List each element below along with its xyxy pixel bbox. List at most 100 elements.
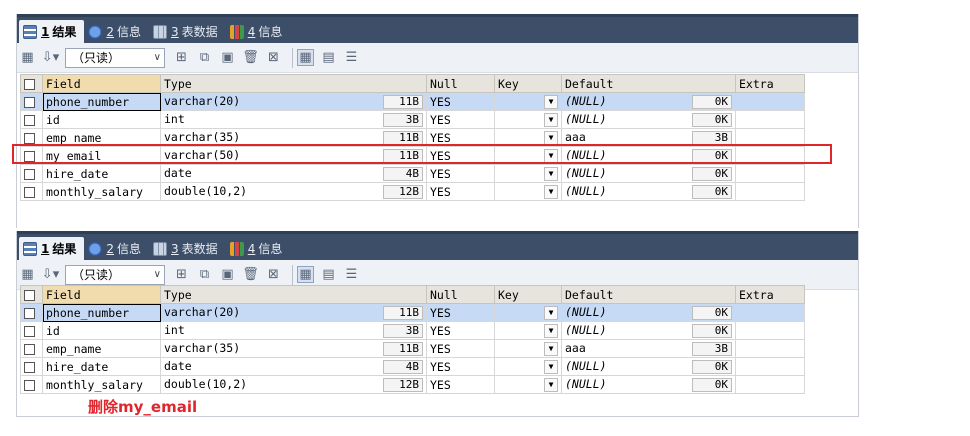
form-view-icon[interactable]: ▤ — [320, 266, 337, 283]
mode-select[interactable]: （只读） ∨ — [65, 47, 165, 68]
tab-info[interactable]: 2 信息 — [84, 20, 149, 43]
text-view-icon[interactable]: ☰ — [343, 266, 360, 283]
column-header[interactable]: Extra — [735, 285, 805, 304]
tab-info-2[interactable]: 4 信息 — [226, 20, 291, 43]
column-header[interactable]: Field — [42, 285, 161, 304]
column-header[interactable]: Default — [561, 285, 736, 304]
extra-cell[interactable] — [735, 182, 805, 201]
table-row[interactable]: monthly_salary double(10,2) 12B YES ▼ (NU… — [20, 375, 805, 394]
table-row[interactable]: hire_date date 4B YES ▼ (NULL) 0K — [20, 164, 805, 183]
column-header[interactable]: Extra — [735, 74, 805, 93]
field-cell[interactable]: id — [42, 110, 161, 129]
tab-info-2[interactable]: 4 信息 — [226, 237, 291, 260]
default-cell[interactable]: (NULL) 0K — [561, 110, 736, 129]
row-checkbox[interactable] — [20, 182, 43, 201]
null-cell[interactable]: YES — [426, 339, 495, 358]
null-cell[interactable]: YES — [426, 182, 495, 201]
row-checkbox[interactable] — [20, 339, 43, 358]
type-cell[interactable]: double(10,2) 12B — [160, 375, 427, 394]
tab-results[interactable]: 1 结果 — [19, 20, 85, 43]
grid-view-icon[interactable]: ▦ — [297, 49, 314, 66]
column-header[interactable]: Type — [160, 285, 427, 304]
delete-icon[interactable]: 🗑 — [242, 49, 259, 66]
key-cell[interactable]: ▼ — [494, 182, 562, 201]
table-row[interactable]: phone_number varchar(20) 11B YES ▼ (NULL)… — [20, 303, 805, 322]
table-row[interactable]: emp_name varchar(35) 11B YES ▼ aaa 3B — [20, 339, 805, 358]
row-checkbox[interactable] — [20, 357, 43, 376]
key-cell[interactable]: ▼ — [494, 357, 562, 376]
null-cell[interactable]: YES — [426, 357, 495, 376]
grid-view-icon[interactable]: ▦ — [297, 266, 314, 283]
extra-cell[interactable] — [735, 110, 805, 129]
key-cell[interactable]: ▼ — [494, 321, 562, 340]
column-header[interactable]: Null — [426, 74, 495, 93]
field-cell[interactable]: monthly_salary — [42, 375, 161, 394]
column-header[interactable]: Field — [42, 74, 161, 93]
column-header[interactable]: Key — [494, 74, 562, 93]
null-cell[interactable]: YES — [426, 321, 495, 340]
type-cell[interactable]: double(10,2) 12B — [160, 182, 427, 201]
key-cell[interactable]: ▼ — [494, 92, 562, 111]
tab-results[interactable]: 1 结果 — [19, 237, 85, 260]
form-view-icon[interactable]: ▤ — [320, 49, 337, 66]
default-cell[interactable]: (NULL) 0K — [561, 164, 736, 183]
row-checkbox[interactable] — [20, 110, 43, 129]
select-all-checkbox[interactable] — [20, 74, 43, 93]
table-row[interactable]: monthly_salary double(10,2) 12B YES ▼ (NU… — [20, 182, 805, 201]
extra-cell[interactable] — [735, 375, 805, 394]
duplicate-row-icon[interactable]: ⧉ — [196, 49, 213, 66]
key-cell[interactable]: ▼ — [494, 375, 562, 394]
table-row[interactable]: phone_number varchar(20) 11B YES ▼ (NULL)… — [20, 92, 805, 111]
default-cell[interactable]: (NULL) 0K — [561, 303, 736, 322]
column-header[interactable]: Default — [561, 74, 736, 93]
save-icon[interactable]: ▣ — [219, 49, 236, 66]
cancel-icon[interactable]: ⊠ — [265, 266, 282, 283]
type-cell[interactable]: date 4B — [160, 164, 427, 183]
default-cell[interactable]: (NULL) 0K — [561, 357, 736, 376]
row-checkbox[interactable] — [20, 92, 43, 111]
field-cell[interactable]: hire_date — [42, 164, 161, 183]
type-cell[interactable]: varchar(35) 11B — [160, 339, 427, 358]
key-cell[interactable]: ▼ — [494, 339, 562, 358]
null-cell[interactable]: YES — [426, 375, 495, 394]
select-all-checkbox[interactable] — [20, 285, 43, 304]
mode-select[interactable]: （只读） ∨ — [65, 264, 165, 285]
field-cell[interactable]: emp_name — [42, 339, 161, 358]
column-header[interactable]: Key — [494, 285, 562, 304]
key-cell[interactable]: ▼ — [494, 303, 562, 322]
add-row-icon[interactable]: ⊞ — [173, 49, 190, 66]
field-cell[interactable]: monthly_salary — [42, 182, 161, 201]
field-cell[interactable]: hire_date — [42, 357, 161, 376]
key-cell[interactable]: ▼ — [494, 164, 562, 183]
column-header[interactable]: Null — [426, 285, 495, 304]
extra-cell[interactable] — [735, 321, 805, 340]
import-icon[interactable]: ⇩▾ — [42, 266, 59, 283]
default-cell[interactable]: (NULL) 0K — [561, 182, 736, 201]
tab-table-data[interactable]: 3 表数据 — [149, 20, 226, 43]
key-cell[interactable]: ▼ — [494, 110, 562, 129]
type-cell[interactable]: varchar(20) 11B — [160, 92, 427, 111]
extra-cell[interactable] — [735, 92, 805, 111]
extra-cell[interactable] — [735, 357, 805, 376]
type-cell[interactable]: date 4B — [160, 357, 427, 376]
table-row[interactable]: hire_date date 4B YES ▼ (NULL) 0K — [20, 357, 805, 376]
save-icon[interactable]: ▣ — [219, 266, 236, 283]
row-checkbox[interactable] — [20, 321, 43, 340]
field-cell[interactable]: id — [42, 321, 161, 340]
type-cell[interactable]: varchar(20) 11B — [160, 303, 427, 322]
export-icon[interactable]: ▦ — [19, 266, 36, 283]
type-cell[interactable]: int 3B — [160, 110, 427, 129]
text-view-icon[interactable]: ☰ — [343, 49, 360, 66]
default-cell[interactable]: (NULL) 0K — [561, 321, 736, 340]
delete-icon[interactable]: 🗑 — [242, 266, 259, 283]
import-icon[interactable]: ⇩▾ — [42, 49, 59, 66]
export-icon[interactable]: ▦ — [19, 49, 36, 66]
null-cell[interactable]: YES — [426, 110, 495, 129]
default-cell[interactable]: aaa 3B — [561, 339, 736, 358]
null-cell[interactable]: YES — [426, 164, 495, 183]
default-cell[interactable]: (NULL) 0K — [561, 375, 736, 394]
table-row[interactable]: id int 3B YES ▼ (NULL) 0K — [20, 321, 805, 340]
extra-cell[interactable] — [735, 339, 805, 358]
default-cell[interactable]: (NULL) 0K — [561, 92, 736, 111]
null-cell[interactable]: YES — [426, 92, 495, 111]
